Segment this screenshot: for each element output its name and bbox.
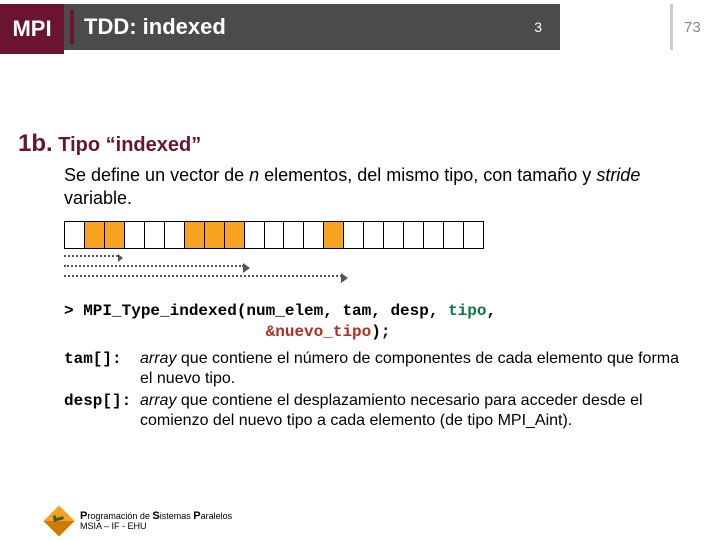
cell xyxy=(424,222,444,248)
cell xyxy=(245,222,265,248)
code-tipo: tipo xyxy=(448,302,486,320)
cell-orange xyxy=(324,222,344,248)
def-tam-text: array que contiene el número de componen… xyxy=(140,349,690,389)
def-tam-body: que contiene el número de componentes de… xyxy=(140,350,679,387)
arrow-desp-1 xyxy=(64,265,244,267)
var-stride: stride xyxy=(596,165,640,185)
footer-cap-S: S xyxy=(152,510,159,522)
para-part-3: variable. xyxy=(64,188,132,208)
cell xyxy=(304,222,324,248)
arrow-desp-2 xyxy=(64,275,342,277)
cell xyxy=(125,222,145,248)
cell xyxy=(344,222,364,248)
footer-t-c: aralelos xyxy=(201,511,233,521)
section-title: Tipo “indexed” xyxy=(53,134,202,156)
def-tam-label: tam[]: xyxy=(64,349,140,389)
page-number-outer: 73 xyxy=(684,4,701,50)
code-line1-b: , xyxy=(486,302,496,320)
cell xyxy=(364,222,384,248)
slide-title: TDD: indexed xyxy=(84,4,226,50)
def-desp-body: que contiene el desplazamiento necesario… xyxy=(140,392,643,429)
para-part-2: elementos, del mismo tipo, con tamaño y xyxy=(259,165,596,185)
section-paragraph: Se define un vector de n elementos, del … xyxy=(64,164,690,209)
cell-orange xyxy=(105,222,125,248)
mpi-badge: MPI xyxy=(0,4,64,54)
code-line1-a: > MPI_Type_indexed(num_elem, tam, desp, xyxy=(64,302,448,320)
footer-t-b: istemas xyxy=(160,511,194,521)
var-n: n xyxy=(249,165,259,185)
slide-footer: Programación de Sistemas Paralelos MSIA … xyxy=(48,510,232,532)
diagram-arrows xyxy=(64,253,484,283)
cell xyxy=(404,222,424,248)
def-tam: tam[]: array que contiene el número de c… xyxy=(64,349,690,389)
code-line2-b: ); xyxy=(371,323,390,341)
section-heading: 1b. Tipo “indexed” xyxy=(18,130,690,158)
def-desp-array: array xyxy=(140,392,176,409)
arrow-tam-1 xyxy=(64,255,118,257)
cell-orange xyxy=(225,222,245,248)
def-desp-text: array que contiene el desplazamiento nec… xyxy=(140,391,690,431)
page-number-inner: 3 xyxy=(534,4,542,50)
code-signature: > MPI_Type_indexed(num_elem, tam, desp, … xyxy=(64,301,690,343)
definitions: tam[]: array que contiene el número de c… xyxy=(64,349,690,431)
cell-orange xyxy=(85,222,105,248)
code-line2-pad xyxy=(64,323,266,341)
footer-text: Programación de Sistemas Paralelos MSIA … xyxy=(80,510,232,532)
code-nuevo-tipo: &nuevo_tipo xyxy=(266,323,372,341)
def-tam-array: array xyxy=(140,350,176,367)
diagram-cells xyxy=(64,221,484,249)
cell-orange xyxy=(205,222,225,248)
para-part-1: Se define un vector de xyxy=(64,165,249,185)
footer-line2: MSIA – IF - EHU xyxy=(80,522,232,532)
indexed-diagram xyxy=(64,221,484,283)
cell xyxy=(145,222,165,248)
footer-t-a: rogramación de xyxy=(87,511,152,521)
cell xyxy=(165,222,185,248)
cell xyxy=(384,222,404,248)
section-number: 1b. xyxy=(18,130,53,157)
cell xyxy=(65,222,85,248)
footer-cap-P2: P xyxy=(193,510,200,522)
check-diamond-icon xyxy=(43,505,74,536)
def-desp: desp[]: array que contiene el desplazami… xyxy=(64,391,690,431)
cell-orange xyxy=(185,222,205,248)
cell xyxy=(284,222,304,248)
cell xyxy=(265,222,285,248)
content-area: 1b. Tipo “indexed” Se define un vector d… xyxy=(18,130,690,433)
header-divider xyxy=(70,10,74,44)
side-divider xyxy=(670,4,673,50)
cell xyxy=(444,222,464,248)
def-desp-label: desp[]: xyxy=(64,391,140,431)
cell xyxy=(464,222,484,248)
slide-header: MPI TDD: indexed 3 xyxy=(0,4,560,50)
